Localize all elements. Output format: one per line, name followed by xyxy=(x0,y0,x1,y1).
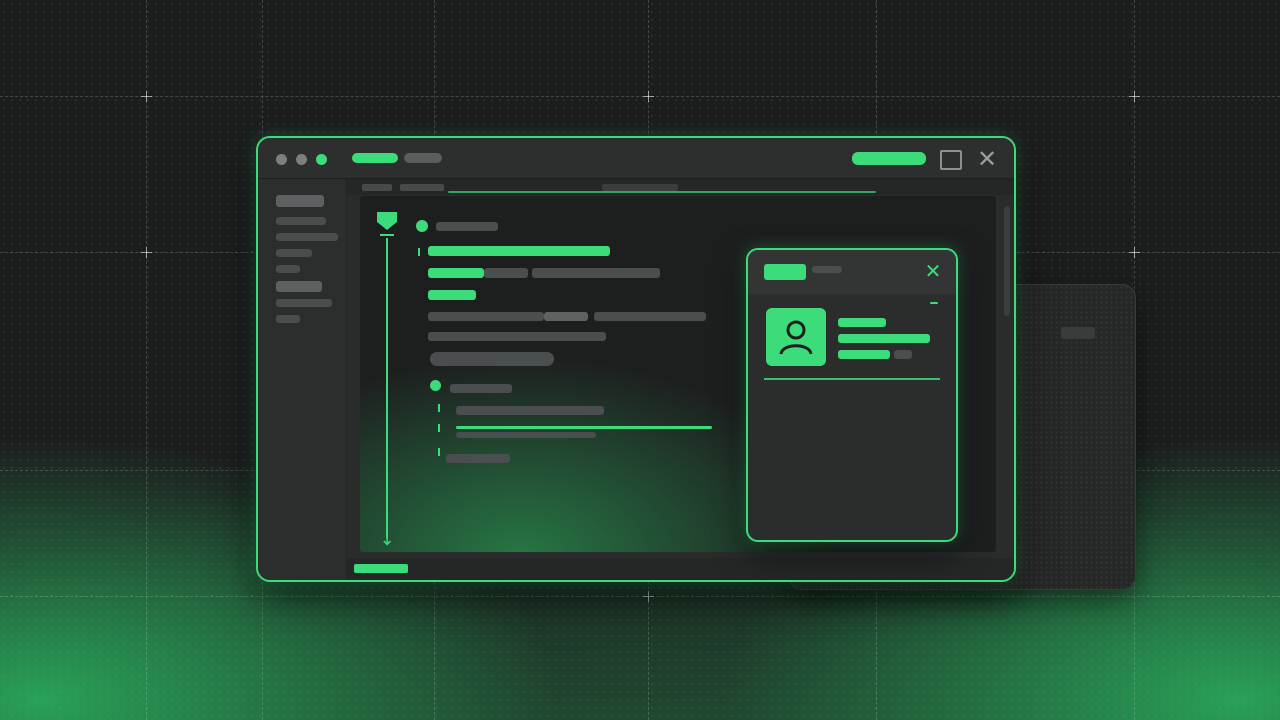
text-line xyxy=(544,312,588,321)
timeline-connector xyxy=(438,424,440,432)
scrollbar[interactable] xyxy=(1004,206,1010,316)
timeline-cap xyxy=(380,234,394,236)
card-placeholder xyxy=(1061,327,1095,339)
sidebar-item[interactable] xyxy=(276,281,322,292)
text-line xyxy=(446,454,510,463)
timeline-connector xyxy=(418,248,420,256)
entry-title xyxy=(436,222,498,231)
timeline-node[interactable] xyxy=(430,380,441,391)
text-line xyxy=(456,406,604,415)
sidebar-item[interactable] xyxy=(276,265,300,273)
highlight-line xyxy=(428,246,610,256)
text-line xyxy=(532,268,660,278)
tag xyxy=(428,268,484,278)
close-icon[interactable]: ✕ xyxy=(924,261,942,281)
toolbar-item[interactable] xyxy=(362,184,392,191)
toolbar-item[interactable] xyxy=(400,184,444,191)
toolbar xyxy=(346,179,1014,195)
text-line xyxy=(428,332,606,341)
divider xyxy=(764,378,940,380)
crosshair-mark xyxy=(141,91,152,102)
grid-line xyxy=(0,596,1280,597)
close-icon[interactable]: ✕ xyxy=(976,147,998,171)
profile-popup: ✕ xyxy=(746,248,958,542)
timeline-connector xyxy=(438,404,440,412)
progress-line xyxy=(448,191,876,193)
popup-header-tag xyxy=(764,264,806,280)
text-line xyxy=(428,312,544,321)
active-tab[interactable] xyxy=(352,153,398,163)
avatar[interactable] xyxy=(766,308,826,366)
status-indicator xyxy=(354,564,408,573)
window-control-dot[interactable] xyxy=(316,154,327,165)
window-control-dot[interactable] xyxy=(296,154,307,165)
crosshair-mark xyxy=(643,591,654,602)
text-line xyxy=(594,312,706,321)
sidebar-item[interactable] xyxy=(276,249,312,257)
sidebar-item[interactable] xyxy=(276,195,324,207)
sidebar-item[interactable] xyxy=(276,217,326,225)
timeline-node[interactable] xyxy=(416,220,428,232)
grid-line xyxy=(146,0,147,720)
profile-detail xyxy=(894,350,912,359)
user-icon xyxy=(779,320,813,355)
crosshair-mark xyxy=(1129,247,1140,258)
sidebar xyxy=(258,179,347,580)
arrow-down-icon: ↓ xyxy=(379,529,395,550)
tag xyxy=(428,290,476,300)
popup-header-text xyxy=(812,266,842,273)
crosshair-mark xyxy=(141,247,152,258)
sidebar-item[interactable] xyxy=(276,315,300,323)
tab[interactable] xyxy=(404,153,442,163)
popup-mark xyxy=(930,302,938,304)
text-line xyxy=(456,432,596,438)
title-bar: ✕ xyxy=(258,138,1014,179)
toolbar-item xyxy=(602,184,678,191)
sidebar-item[interactable] xyxy=(276,299,332,307)
timeline-connector xyxy=(438,448,440,456)
crosshair-mark xyxy=(643,91,654,102)
profile-detail xyxy=(838,334,930,343)
status-bar xyxy=(346,558,1014,580)
popup-header: ✕ xyxy=(748,250,956,294)
timeline-line xyxy=(386,238,388,538)
sidebar-item[interactable] xyxy=(276,233,338,241)
highlight-line xyxy=(456,426,712,429)
entry-title xyxy=(450,384,512,393)
window-control-dot[interactable] xyxy=(276,154,287,165)
profile-name xyxy=(838,318,886,327)
profile-detail xyxy=(838,350,890,359)
text-line xyxy=(484,268,528,278)
maximize-icon[interactable] xyxy=(940,150,962,170)
chip[interactable] xyxy=(430,352,554,366)
primary-button[interactable] xyxy=(852,152,926,165)
grid-line xyxy=(0,96,1280,97)
crosshair-mark xyxy=(1129,91,1140,102)
